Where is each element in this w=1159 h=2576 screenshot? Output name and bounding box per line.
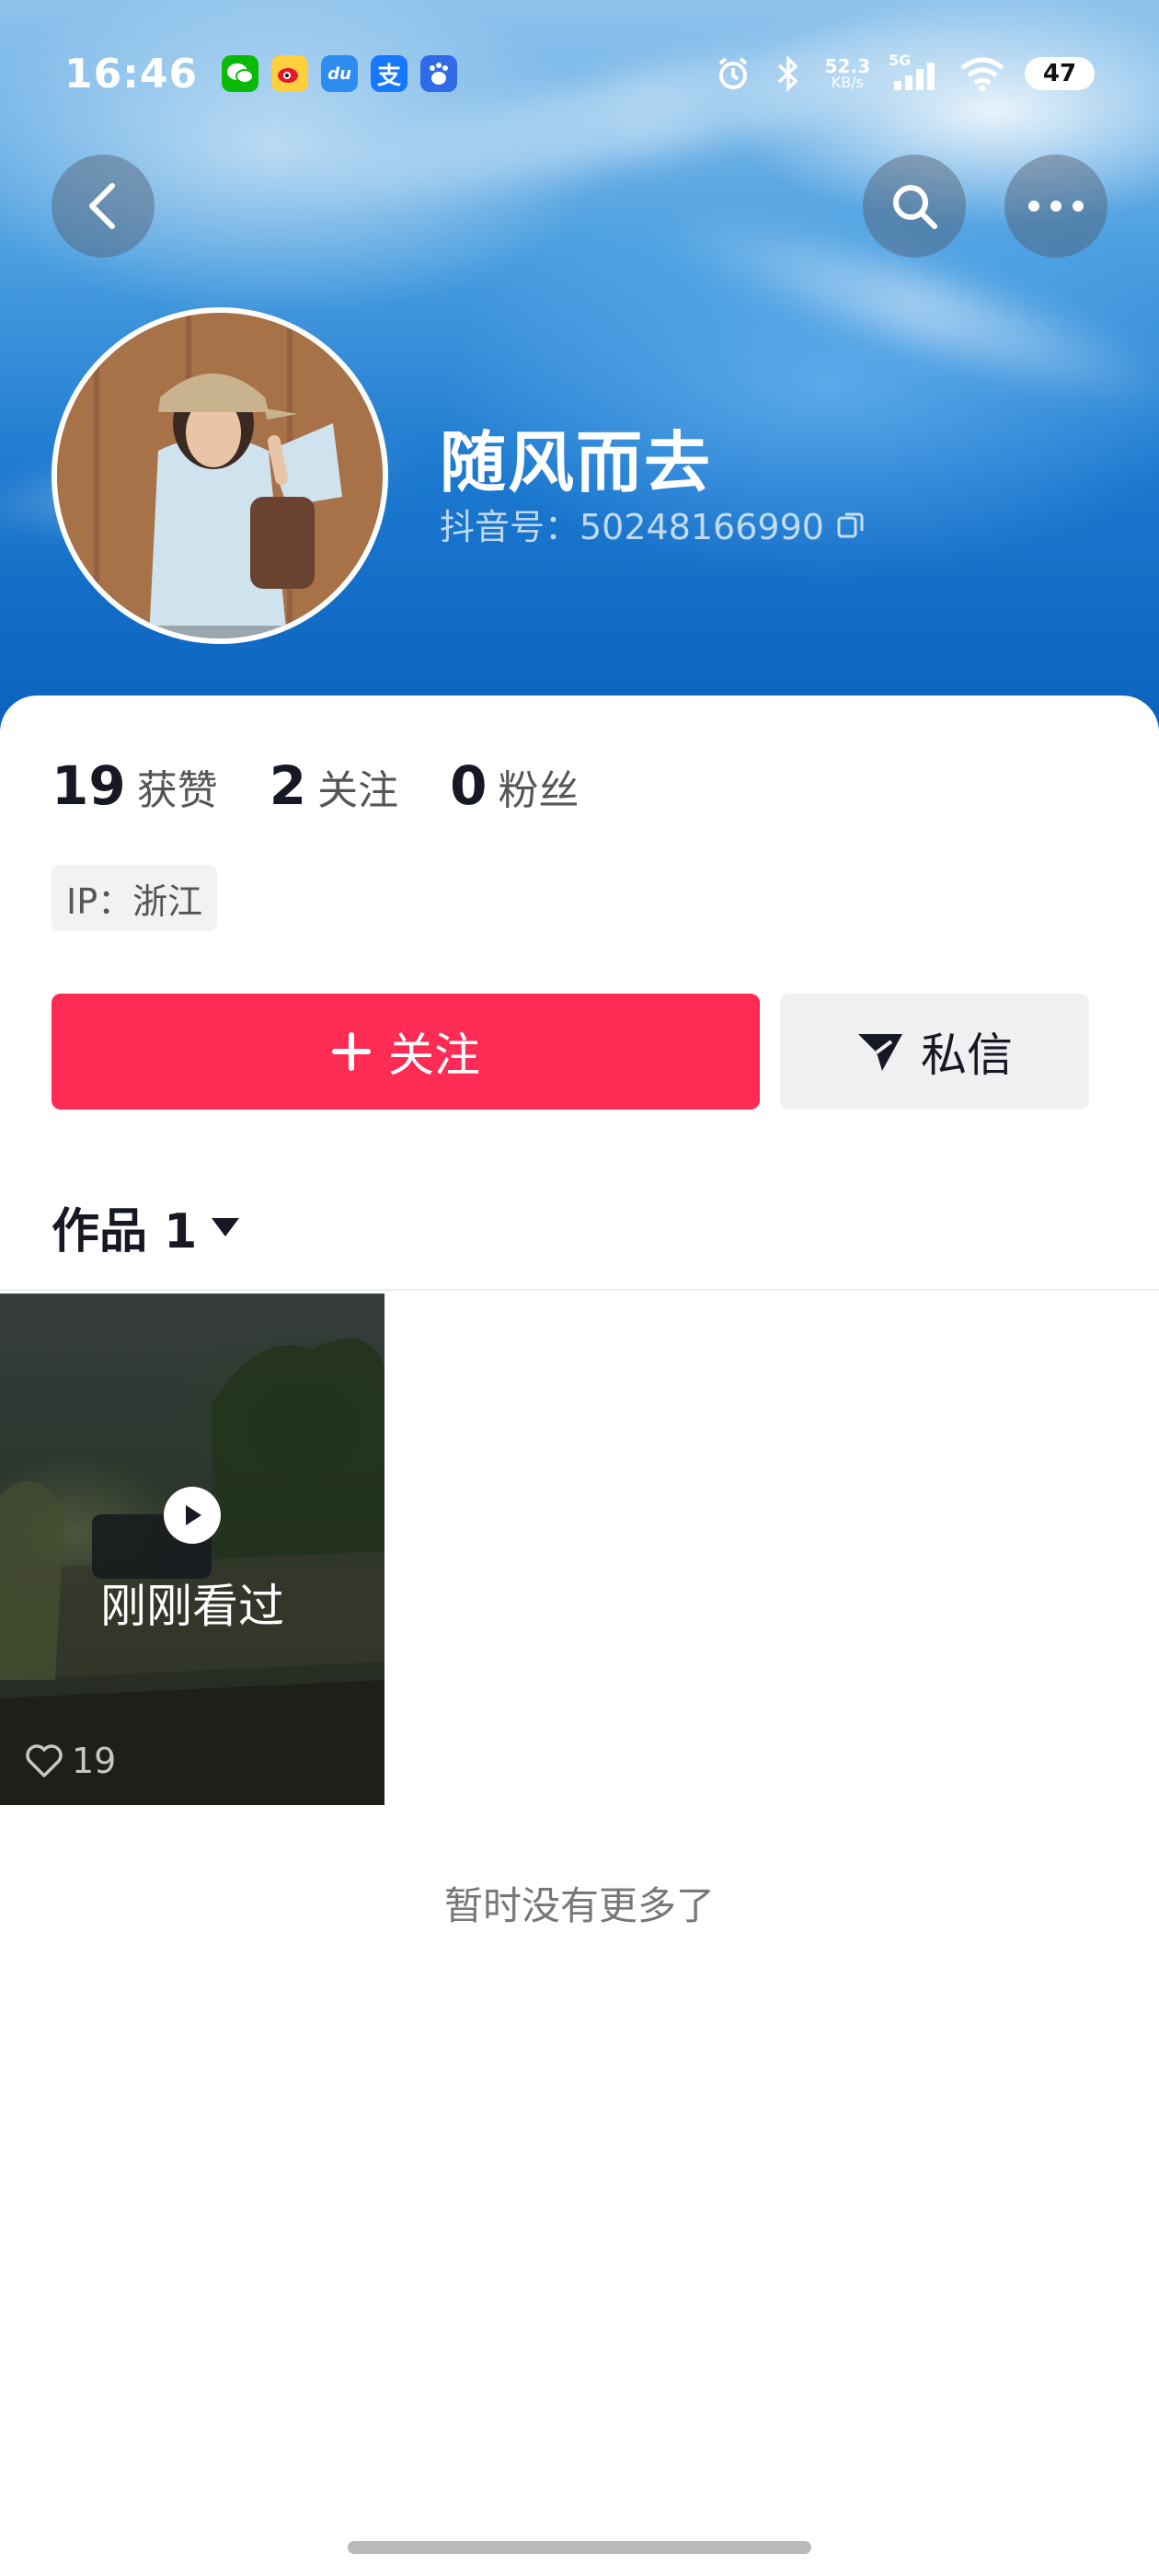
profile-name: 随风而去 bbox=[440, 424, 713, 501]
ip-location-tag: IP：浙江 bbox=[52, 865, 218, 931]
stat-likes[interactable]: 19 获赞 bbox=[52, 754, 218, 817]
system-status-icons: 52.3 KB/s 5G 47 bbox=[715, 52, 1095, 92]
stat-followers[interactable]: 0 粉丝 bbox=[450, 754, 579, 817]
no-more-content-text: 暂时没有更多了 bbox=[443, 1883, 715, 1928]
tab-divider bbox=[0, 1289, 1159, 1291]
send-icon bbox=[858, 1034, 902, 1071]
play-icon bbox=[164, 1487, 221, 1544]
battery-indicator: 47 bbox=[1025, 57, 1095, 90]
avatar-photo bbox=[57, 313, 383, 638]
du-icon: du bbox=[321, 55, 359, 92]
back-button[interactable] bbox=[52, 155, 155, 258]
video-likes: 19 bbox=[24, 1741, 116, 1781]
message-button-label: 私信 bbox=[921, 1029, 1013, 1082]
baidu-icon bbox=[420, 55, 458, 92]
wifi-icon bbox=[958, 55, 1006, 92]
follow-button[interactable]: 关注 bbox=[52, 994, 760, 1110]
search-icon bbox=[893, 185, 937, 229]
status-bar: 16:46 du 支 52.3 KB/s 5G 47 bbox=[0, 0, 1159, 147]
douyin-id-text: 抖音号：50248166990 bbox=[440, 507, 824, 547]
search-button[interactable] bbox=[863, 155, 966, 258]
network-speed: 52.3 KB/s bbox=[824, 55, 870, 91]
works-tab-label: 作品 1 bbox=[52, 1204, 198, 1259]
profile-content-sheet: 19 获赞 2 关注 0 粉丝 IP：浙江 关注 私信 作品 1 刚刚看过 19… bbox=[0, 696, 1159, 2576]
message-button[interactable]: 私信 bbox=[780, 994, 1089, 1110]
follow-button-label: 关注 bbox=[388, 1029, 480, 1082]
wechat-icon bbox=[222, 55, 259, 92]
cellular-signal-icon: 5G bbox=[889, 52, 940, 92]
heart-icon bbox=[26, 1744, 63, 1777]
video-thumbnail[interactable]: 刚刚看过 19 bbox=[0, 1294, 384, 1805]
profile-header-background: 16:46 du 支 52.3 KB/s 5G 47 随风而去 抖音号：5024… bbox=[0, 0, 1159, 736]
home-indicator[interactable] bbox=[348, 2541, 811, 2554]
douyin-id: 抖音号：50248166990 bbox=[440, 499, 866, 549]
weibo-icon bbox=[271, 55, 309, 92]
status-time: 16:46 bbox=[64, 50, 199, 98]
stat-following[interactable]: 2 关注 bbox=[270, 754, 398, 817]
profile-stats: 19 获赞 2 关注 0 粉丝 bbox=[52, 754, 579, 817]
caret-down-icon bbox=[212, 1217, 240, 1236]
tab-works[interactable]: 作品 1 bbox=[52, 1192, 241, 1261]
profile-avatar[interactable] bbox=[52, 307, 388, 644]
more-options-button[interactable] bbox=[1004, 155, 1107, 258]
more-dots-icon bbox=[1028, 201, 1084, 212]
bluetooth-icon bbox=[770, 55, 807, 92]
plus-icon bbox=[332, 1032, 371, 1071]
chevron-left-icon bbox=[89, 183, 115, 229]
recently-viewed-label: 刚刚看过 bbox=[100, 1580, 284, 1633]
copy-icon[interactable] bbox=[835, 509, 866, 540]
notification-app-icons: du 支 bbox=[222, 55, 458, 92]
alipay-icon: 支 bbox=[371, 55, 408, 92]
alarm-icon bbox=[715, 55, 752, 92]
